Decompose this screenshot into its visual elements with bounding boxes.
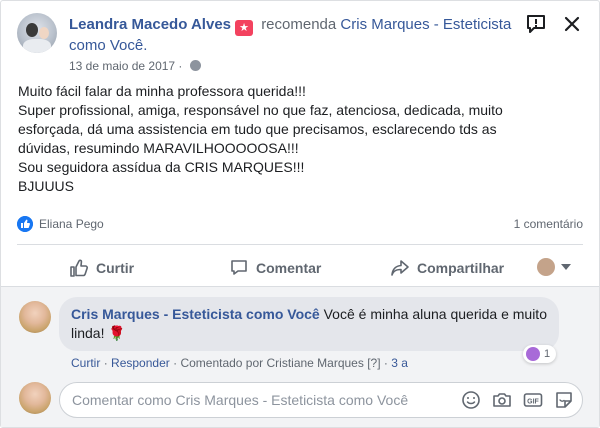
- post-title: Leandra Macedo Alves ★ recomenda Cris Mar…: [69, 15, 539, 56]
- post-stats: Eliana Pego 1 comentário: [17, 214, 583, 234]
- post-body: Muito fácil falar da minha professora qu…: [18, 82, 588, 196]
- emoji-icon[interactable]: [461, 390, 481, 410]
- commented-by: Comentado por Cristiane Marques: [180, 356, 364, 370]
- recommendation-star-icon: ★: [235, 20, 254, 36]
- post-body-line: Super profissional, amiga, responsável n…: [18, 102, 503, 118]
- gif-icon[interactable]: GIF: [523, 390, 543, 410]
- post-header: Leandra Macedo Alves ★ recomenda Cris Mar…: [17, 13, 583, 73]
- post-body-line: dúvidas, resumindo MARAVILHOOOOOSA!!!: [18, 140, 299, 156]
- comment-time[interactable]: 3 a: [391, 356, 408, 370]
- post-as-selector[interactable]: [537, 258, 571, 276]
- comment-author[interactable]: Cris Marques - Esteticista como Você: [71, 306, 320, 322]
- separator: ·: [173, 356, 178, 370]
- viewer-avatar: [537, 258, 555, 276]
- stats-divider: [17, 244, 583, 245]
- comments-section: Cris Marques - Esteticista como Você Voc…: [1, 286, 599, 427]
- separator: ·: [103, 356, 108, 370]
- share-button[interactable]: Compartilhar: [390, 258, 504, 278]
- report-icon[interactable]: [525, 13, 547, 35]
- post-meta: 13 de maio de 2017 ·: [69, 59, 201, 73]
- like-label: Curtir: [96, 260, 135, 276]
- close-icon[interactable]: [561, 13, 583, 35]
- comment-text-2: linda!: [71, 325, 105, 341]
- comment-bubble: Cris Marques - Esteticista como Você Voc…: [59, 297, 559, 351]
- comment-reaction-count[interactable]: 1: [523, 345, 557, 363]
- comment-icon: [231, 260, 247, 275]
- like-button[interactable]: Curtir: [69, 258, 134, 278]
- post-date[interactable]: 13 de maio de 2017: [69, 59, 175, 73]
- caret-down-icon: [561, 264, 571, 270]
- author-avatar[interactable]: [17, 13, 57, 53]
- rose-emoji: 🌹: [108, 325, 126, 341]
- post-body-line: esforçada, dá uma assistencia em tudo qu…: [18, 121, 497, 137]
- thumbs-up-icon: [70, 259, 88, 277]
- composer-avatar: [19, 382, 51, 414]
- post-body-line: Sou seguidora assídua da CRIS MARQUES!!!: [18, 159, 305, 175]
- help-marker[interactable]: [?]: [367, 356, 380, 370]
- post-body-line: Muito fácil falar da minha professora qu…: [18, 83, 306, 99]
- share-icon: [391, 260, 409, 276]
- separator: ·: [383, 356, 388, 370]
- post-body-line: BJUUUS: [18, 178, 75, 194]
- camera-icon[interactable]: [492, 390, 512, 410]
- author-name[interactable]: Leandra Macedo Alves: [69, 16, 231, 33]
- globe-icon[interactable]: [189, 60, 201, 71]
- action-bar: Curtir Comentar Compartilhar: [17, 251, 583, 285]
- like-reaction-icon[interactable]: [17, 216, 33, 232]
- comment-meta: Curtir · Responder · Comentado por Crist…: [71, 356, 408, 370]
- comment-input[interactable]: Comentar como Cris Marques - Esteticista…: [59, 382, 583, 418]
- sticker-icon[interactable]: [554, 390, 574, 410]
- liker-name[interactable]: Eliana Pego: [39, 217, 104, 231]
- comment-button[interactable]: Comentar: [229, 258, 321, 278]
- share-label: Compartilhar: [417, 260, 505, 276]
- comment-label: Comentar: [256, 260, 322, 276]
- comment-input-placeholder: Comentar como Cris Marques - Esteticista…: [72, 392, 409, 408]
- comment-like-link[interactable]: Curtir: [71, 356, 100, 370]
- svg-text:GIF: GIF: [527, 399, 539, 406]
- recommends-label: recomenda: [261, 16, 337, 33]
- commenter-avatar[interactable]: [19, 301, 51, 333]
- comment-text-1: Você é minha aluna querida e muito: [323, 306, 547, 322]
- comment-reply-link[interactable]: Responder: [111, 356, 170, 370]
- reaction-count-number: 1: [544, 348, 551, 360]
- flower-reaction-icon: [526, 347, 540, 361]
- header-actions: [515, 13, 583, 35]
- comment-count[interactable]: 1 comentário: [514, 217, 583, 231]
- composer-icons: GIF: [450, 390, 574, 410]
- post-card: Leandra Macedo Alves ★ recomenda Cris Mar…: [0, 0, 600, 428]
